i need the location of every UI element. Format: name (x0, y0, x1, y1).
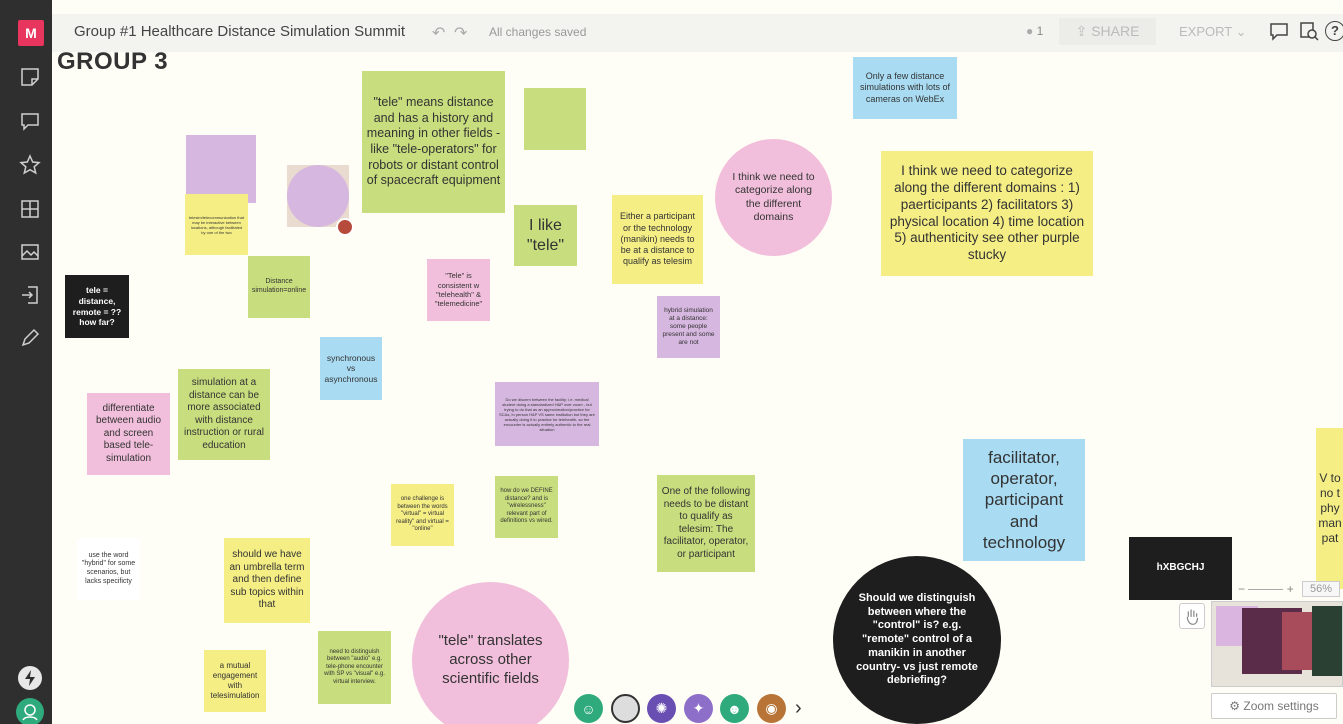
import-icon[interactable] (16, 281, 44, 309)
zoom-settings-button[interactable]: ⚙ Zoom settings (1211, 693, 1337, 719)
share-label: SHARE (1091, 23, 1140, 39)
collaborator-avatar-photo[interactable] (611, 694, 640, 723)
sticky-note[interactable]: simulation at a distance can be more ass… (178, 369, 270, 460)
sticky-note[interactable]: synchronous vs asynchronous (320, 337, 382, 400)
zoom-track[interactable] (1248, 589, 1284, 591)
sticky-note[interactable]: I like "tele" (514, 205, 577, 266)
share-icon: ⇪ (1075, 23, 1088, 39)
user-count: 1 (1036, 24, 1044, 38)
collaborator-avatar[interactable]: ☻ (720, 694, 749, 723)
collaborator-avatar[interactable]: ☺ (574, 694, 603, 723)
collaborator-cursor-avatar (336, 218, 354, 236)
sticky-note-partial[interactable]: V to no t phy man pat (1316, 428, 1343, 589)
image-icon[interactable] (16, 238, 44, 266)
zoom-settings-label: Zoom settings (1243, 699, 1319, 713)
collaborator-avatar[interactable]: ✦ (684, 694, 713, 723)
sticky-note-icon[interactable] (16, 63, 44, 91)
export-label: EXPORT (1179, 24, 1232, 39)
top-bar: Group #1 Healthcare Distance Simulation … (52, 14, 1343, 52)
sticky-note[interactable]: Do we discern between the facility: i.e.… (495, 382, 599, 446)
collaborator-avatar[interactable]: ◉ (757, 694, 786, 723)
sticky-note[interactable]: hXBGCHJ (1129, 537, 1232, 600)
board-title[interactable]: Group #1 Healthcare Distance Simulation … (74, 23, 405, 40)
sticky-note[interactable]: facilitator, operator, participant and t… (963, 439, 1085, 561)
sticky-note-empty[interactable] (186, 135, 256, 203)
zoom-minus-icon[interactable]: − (1238, 582, 1245, 596)
chevron-down-icon: ⌄ (1235, 24, 1247, 39)
export-button[interactable]: EXPORT ⌄ (1179, 24, 1247, 40)
user-icon: ● (1026, 24, 1034, 38)
chevron-right-icon[interactable]: › (795, 697, 802, 720)
sticky-note[interactable]: should we have an umbrella term and then… (224, 538, 310, 623)
sticky-note[interactable]: telesim/telecommunication that may be in… (185, 194, 248, 255)
sticky-note[interactable]: Only a few distance simulations with lot… (853, 57, 957, 119)
sticky-note[interactable]: I think we need to categorize along the … (881, 151, 1093, 276)
user-avatar-icon[interactable] (16, 698, 44, 724)
lightning-icon[interactable] (18, 666, 42, 690)
active-users[interactable]: ● 1 (1026, 24, 1043, 38)
redo-icon[interactable]: ↷ (454, 23, 467, 43)
minimap-region (1312, 606, 1342, 676)
zoom-plus-icon[interactable]: + (1287, 582, 1294, 596)
sticky-note[interactable]: One of the following needs to be distant… (657, 475, 755, 572)
comment-icon[interactable] (16, 107, 44, 135)
sticky-note[interactable]: Distance simulation=online (248, 256, 310, 318)
gear-icon: ⚙ (1229, 699, 1241, 713)
sticky-note[interactable]: a mutual engagement with telesimulation (204, 650, 266, 712)
sticky-note[interactable]: tele = distance, remote = ?? how far? (65, 275, 129, 338)
sticky-note[interactable]: need to distinguish between "audio" e.g.… (318, 631, 391, 704)
save-status: All changes saved (489, 25, 587, 39)
sticky-note[interactable]: how do we DEFINE distance? and is "wirel… (495, 476, 558, 538)
collaborator-avatar[interactable]: ✺ (647, 694, 676, 723)
grid-icon[interactable] (16, 195, 44, 223)
undo-icon[interactable]: ↶ (432, 23, 445, 43)
group-title[interactable]: GROUP 3 (57, 48, 168, 76)
sticky-note[interactable]: hybrid simulation at a distance: some pe… (657, 296, 720, 358)
share-button[interactable]: ⇪ SHARE (1059, 18, 1156, 45)
star-icon[interactable] (16, 151, 44, 179)
left-toolbar: M (0, 0, 52, 724)
sticky-note[interactable]: one challenge is between the words "virt… (391, 484, 454, 546)
chat-icon[interactable] (1268, 20, 1290, 42)
app-logo[interactable]: M (18, 20, 44, 46)
minimap[interactable] (1211, 601, 1343, 687)
sticky-circle[interactable]: Should we distinguish between where the … (833, 556, 1001, 724)
sticky-note[interactable]: "Tele" is consistent w "telehealth" & "t… (427, 259, 490, 321)
app: M Group #1 Healthcare Distance Simulatio… (0, 0, 1343, 724)
help-icon[interactable]: ? (1325, 21, 1343, 41)
sticky-circle[interactable]: "tele" translates across other scientifi… (412, 582, 569, 724)
hand-icon[interactable] (1179, 603, 1205, 629)
sticky-note[interactable]: "tele" means distance and has a history … (362, 71, 505, 213)
sticky-note[interactable]: Either a participant or the technology (… (612, 195, 703, 284)
sticky-note[interactable]: use the word "hybrid" for some scenarios… (77, 538, 140, 600)
sticky-note[interactable]: differentiate between audio and screen b… (87, 393, 170, 475)
sticky-circle[interactable]: I think we need to categorize along the … (715, 139, 832, 256)
purple-circle-shape (287, 165, 349, 227)
zoom-percent[interactable]: 56% (1302, 581, 1340, 597)
shape-frame[interactable] (287, 165, 349, 227)
pen-icon[interactable] (16, 324, 44, 352)
sticky-note-empty[interactable] (524, 88, 586, 150)
search-icon[interactable] (1298, 20, 1320, 42)
